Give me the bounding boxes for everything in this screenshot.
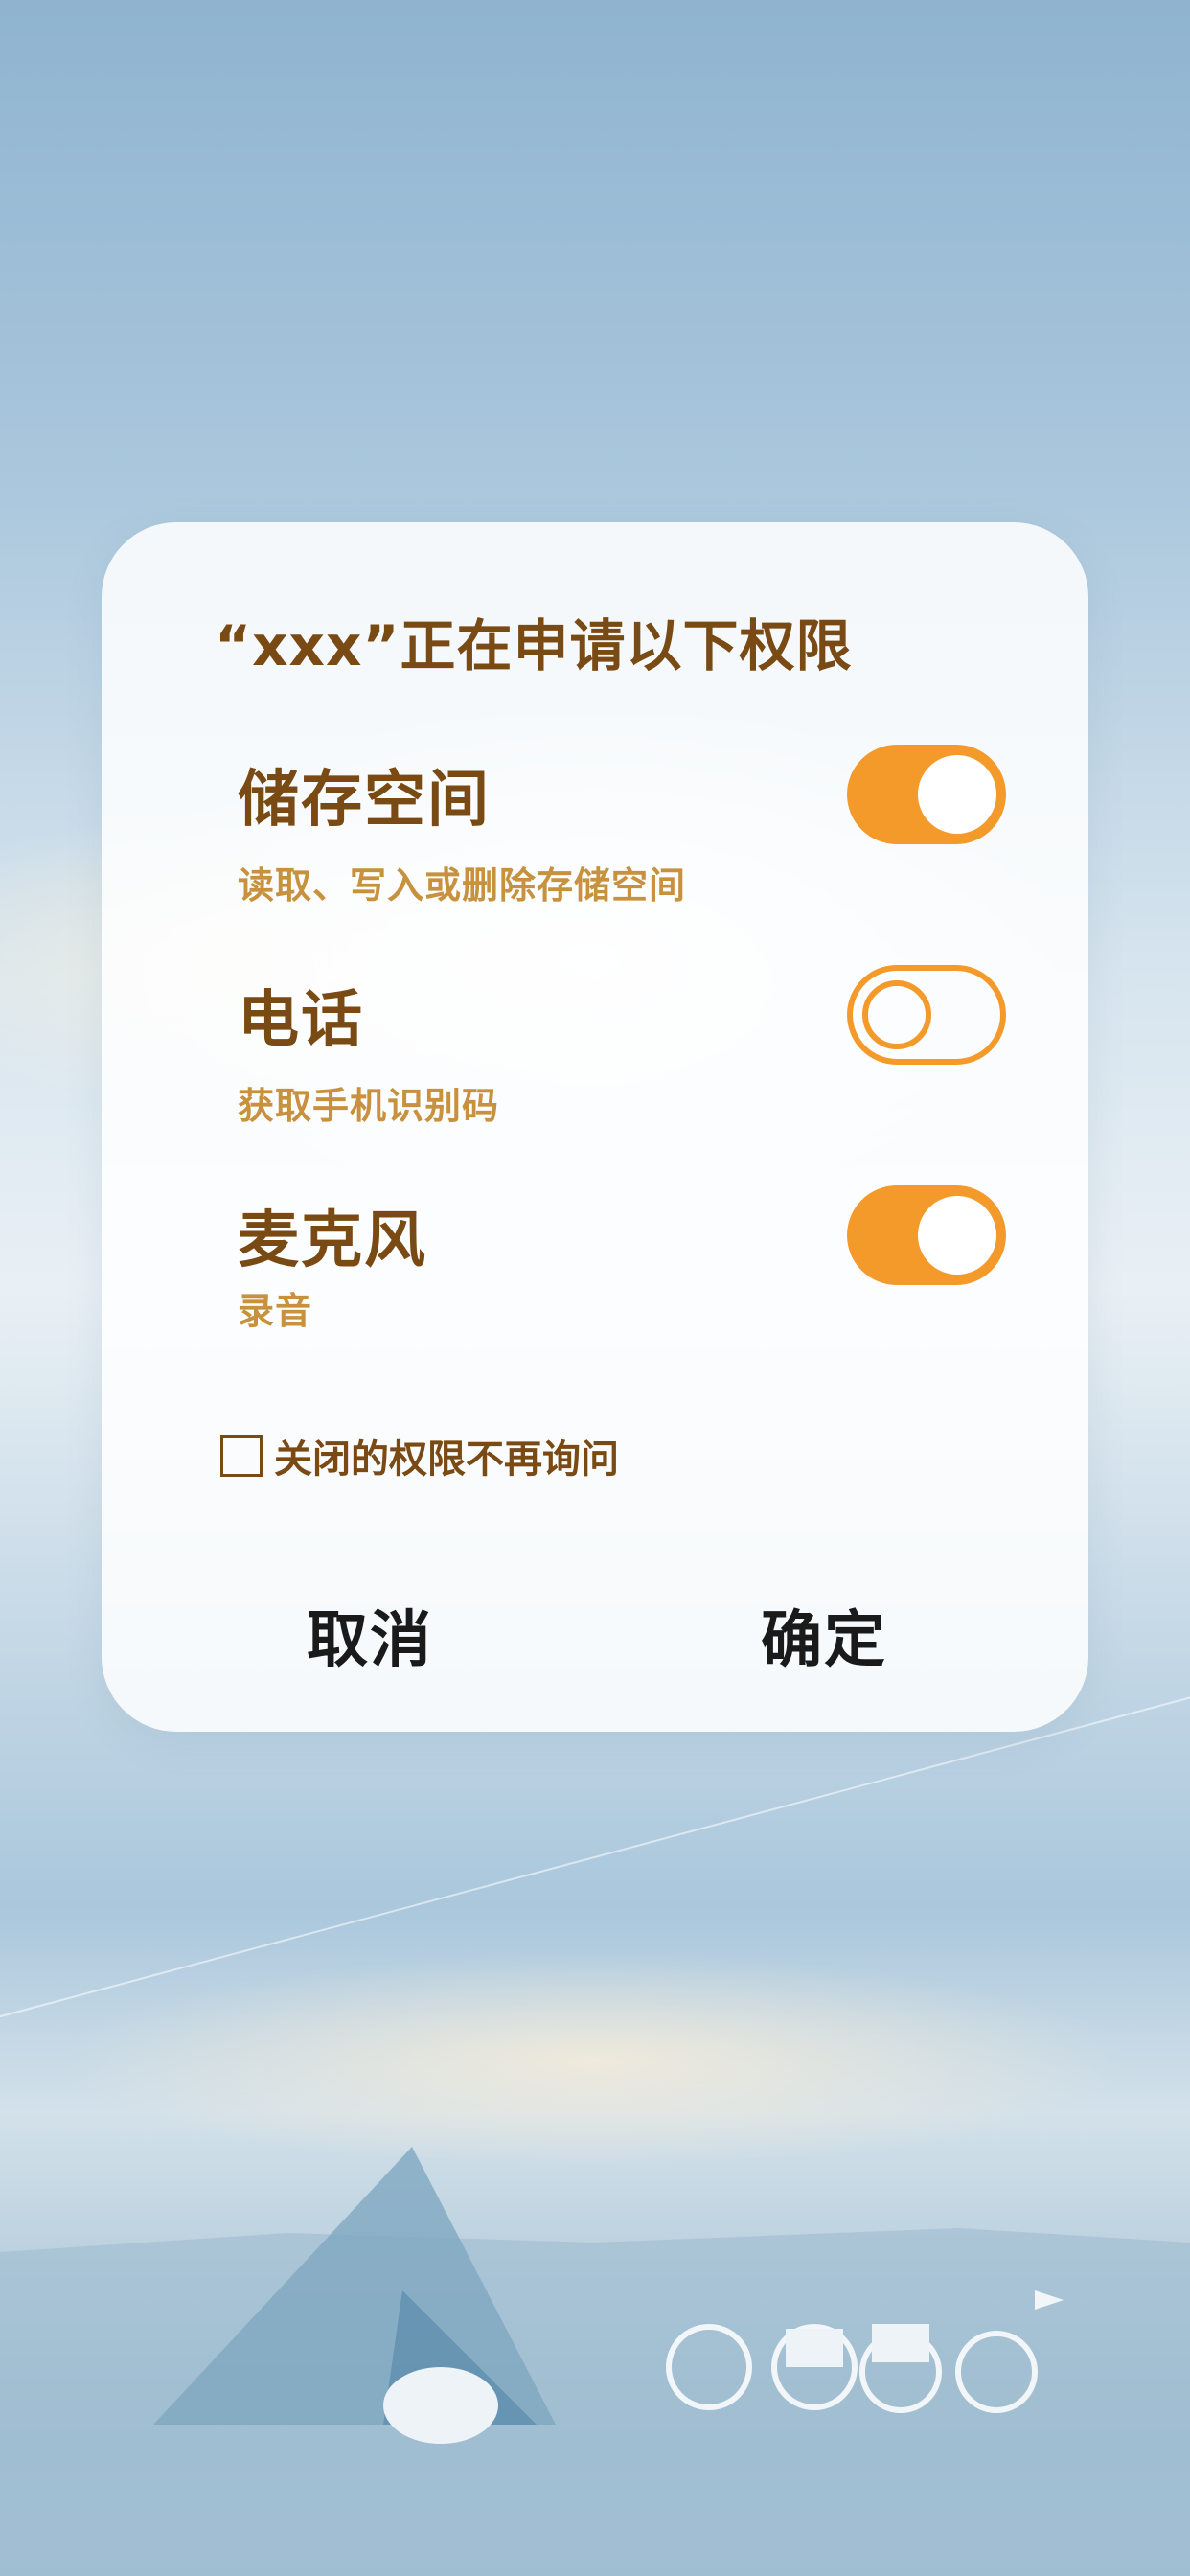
phone-toggle[interactable] <box>847 965 1006 1065</box>
permission-item-phone: 电话 获取手机识别码 <box>238 971 499 1129</box>
permission-dialog: “xxx”正在申请以下权限 储存空间 读取、写入或删除存储空间 电话 获取手机识… <box>102 522 1088 1732</box>
confirm-button[interactable]: 确定 <box>761 1591 887 1679</box>
dont-ask-again-row[interactable]: 关闭的权限不再询问 <box>220 1428 619 1484</box>
permission-description: 获取手机识别码 <box>238 1085 500 1127</box>
toggle-knob <box>918 1196 996 1275</box>
landscape-illustration <box>0 2147 1190 2576</box>
permission-item-storage: 储存空间 读取、写入或删除存储空间 <box>238 750 686 908</box>
toggle-knob <box>862 980 931 1049</box>
dont-ask-again-label: 关闭的权限不再询问 <box>274 1438 619 1482</box>
microphone-toggle[interactable] <box>847 1185 1006 1285</box>
toggle-knob <box>918 755 996 834</box>
dont-ask-again-checkbox[interactable] <box>220 1435 263 1477</box>
permission-name: 储存空间 <box>238 765 491 836</box>
storage-toggle[interactable] <box>847 745 1006 844</box>
permission-name: 电话 <box>238 985 364 1056</box>
cancel-button[interactable]: 取消 <box>307 1591 433 1679</box>
permission-name: 麦克风 <box>238 1206 427 1276</box>
dialog-title: “xxx”正在申请以下权限 <box>215 613 853 678</box>
permission-description: 读取、写入或删除存储空间 <box>238 864 687 907</box>
permission-description: 录音 <box>238 1290 313 1332</box>
permission-item-microphone: 麦克风 录音 <box>238 1191 427 1334</box>
